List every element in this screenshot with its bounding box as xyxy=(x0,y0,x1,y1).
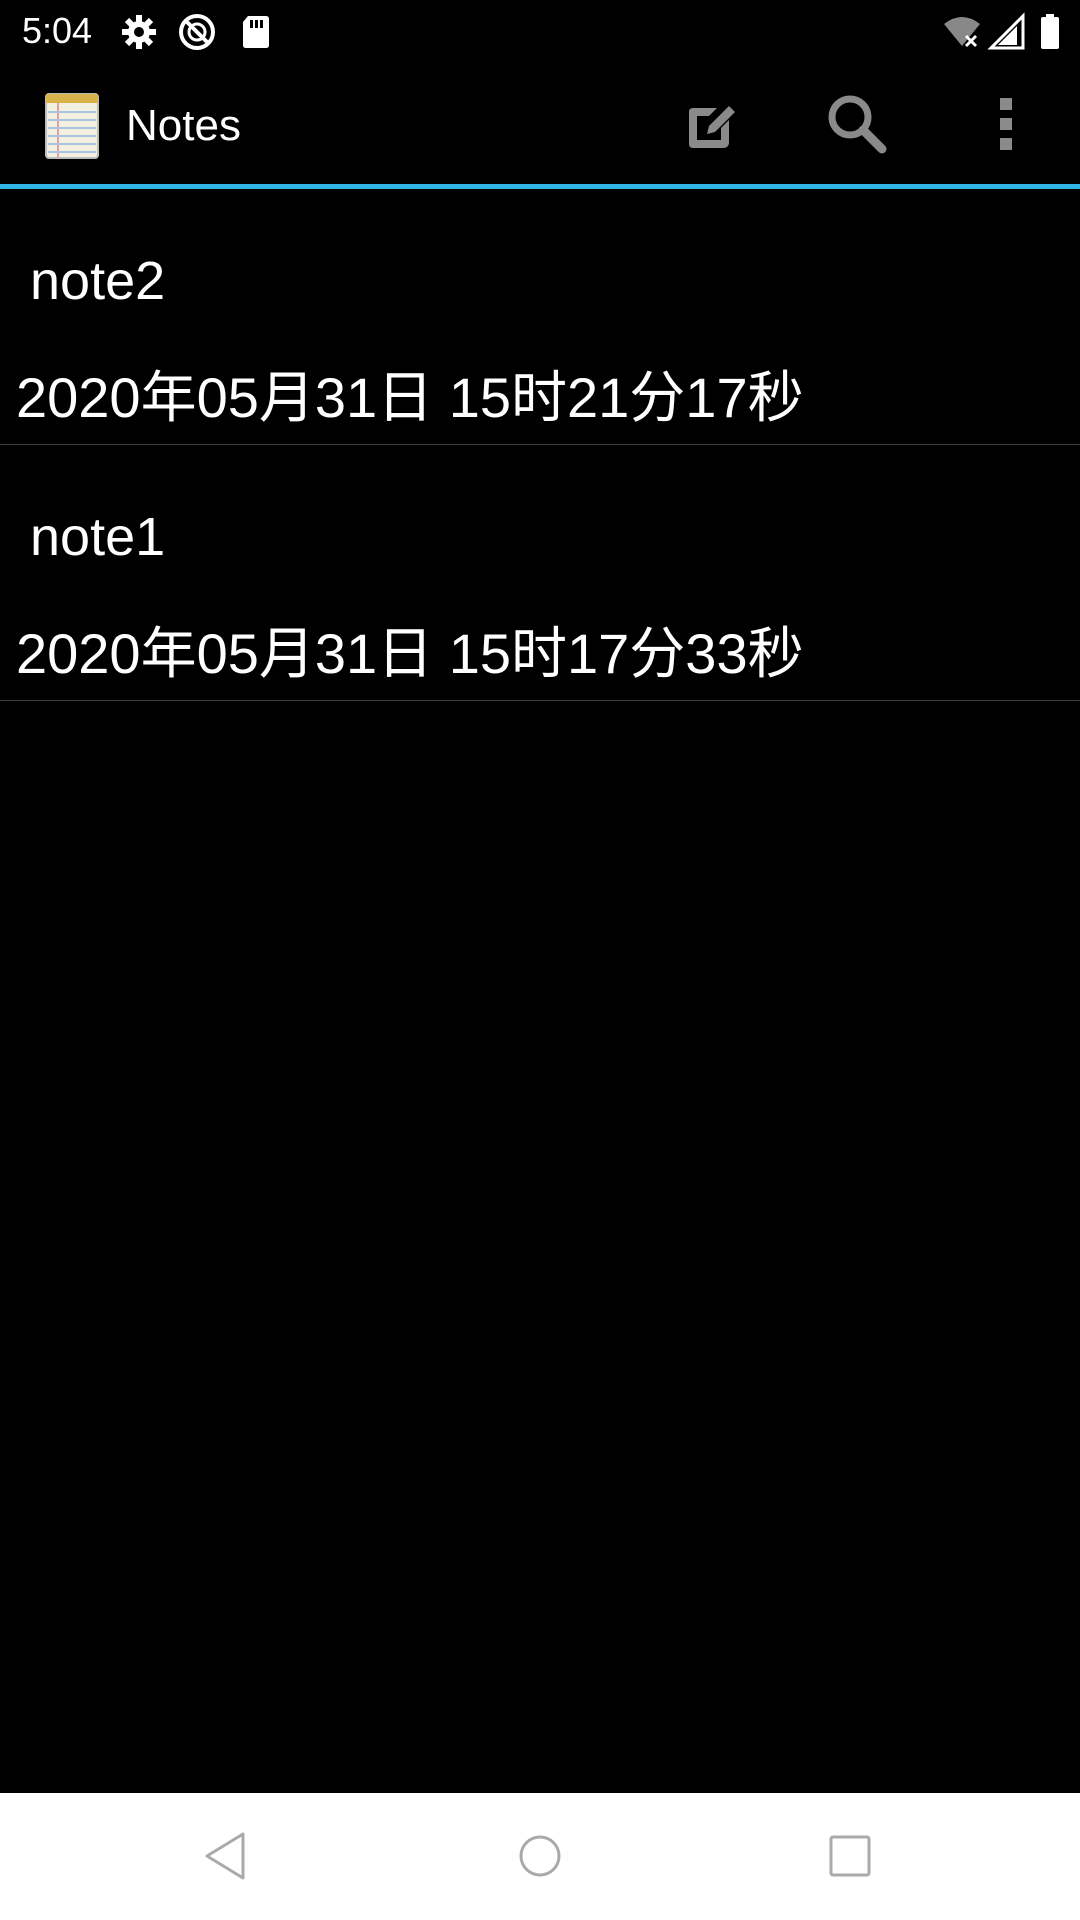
home-icon xyxy=(515,1831,565,1886)
notepad-icon[interactable] xyxy=(44,92,100,160)
gear-icon xyxy=(119,12,159,52)
home-button[interactable] xyxy=(500,1823,580,1893)
list-item[interactable]: note2 2020年05月31日 15时21分17秒 xyxy=(0,189,1080,445)
status-time: 5:04 xyxy=(22,10,93,51)
sd-card-icon xyxy=(236,12,276,52)
note-title: note1 xyxy=(30,507,166,567)
do-not-disturb-icon xyxy=(177,12,217,52)
status-bar: 5:04 xyxy=(0,0,1080,64)
note-date: 2020年05月31日 15时21分17秒 xyxy=(16,366,804,429)
search-button[interactable] xyxy=(812,86,902,166)
battery-icon xyxy=(1030,12,1070,52)
navigation-bar xyxy=(0,1793,1080,1920)
note-title: note2 xyxy=(30,251,166,311)
notes-list: note2 2020年05月31日 15时21分17秒 note1 2020年0… xyxy=(0,189,1080,701)
wifi-off-icon xyxy=(942,12,982,52)
note-date: 2020年05月31日 15时17分33秒 xyxy=(16,622,804,685)
page-title: Notes xyxy=(126,101,241,150)
new-note-icon xyxy=(683,96,739,157)
search-icon xyxy=(824,91,890,162)
back-button[interactable] xyxy=(186,1823,266,1893)
list-item[interactable]: note1 2020年05月31日 15时17分33秒 xyxy=(0,445,1080,701)
new-note-button[interactable] xyxy=(666,86,756,166)
notes-screen: 5:04 Notes note2 2020年05月31日 15时21分17秒 n… xyxy=(0,0,1080,1920)
overflow-menu-button[interactable] xyxy=(961,86,1051,166)
recents-button[interactable] xyxy=(810,1823,890,1893)
overflow-menu-icon xyxy=(996,96,1016,157)
back-icon xyxy=(201,1828,251,1889)
cell-signal-icon xyxy=(987,12,1027,52)
recents-icon xyxy=(825,1831,875,1886)
